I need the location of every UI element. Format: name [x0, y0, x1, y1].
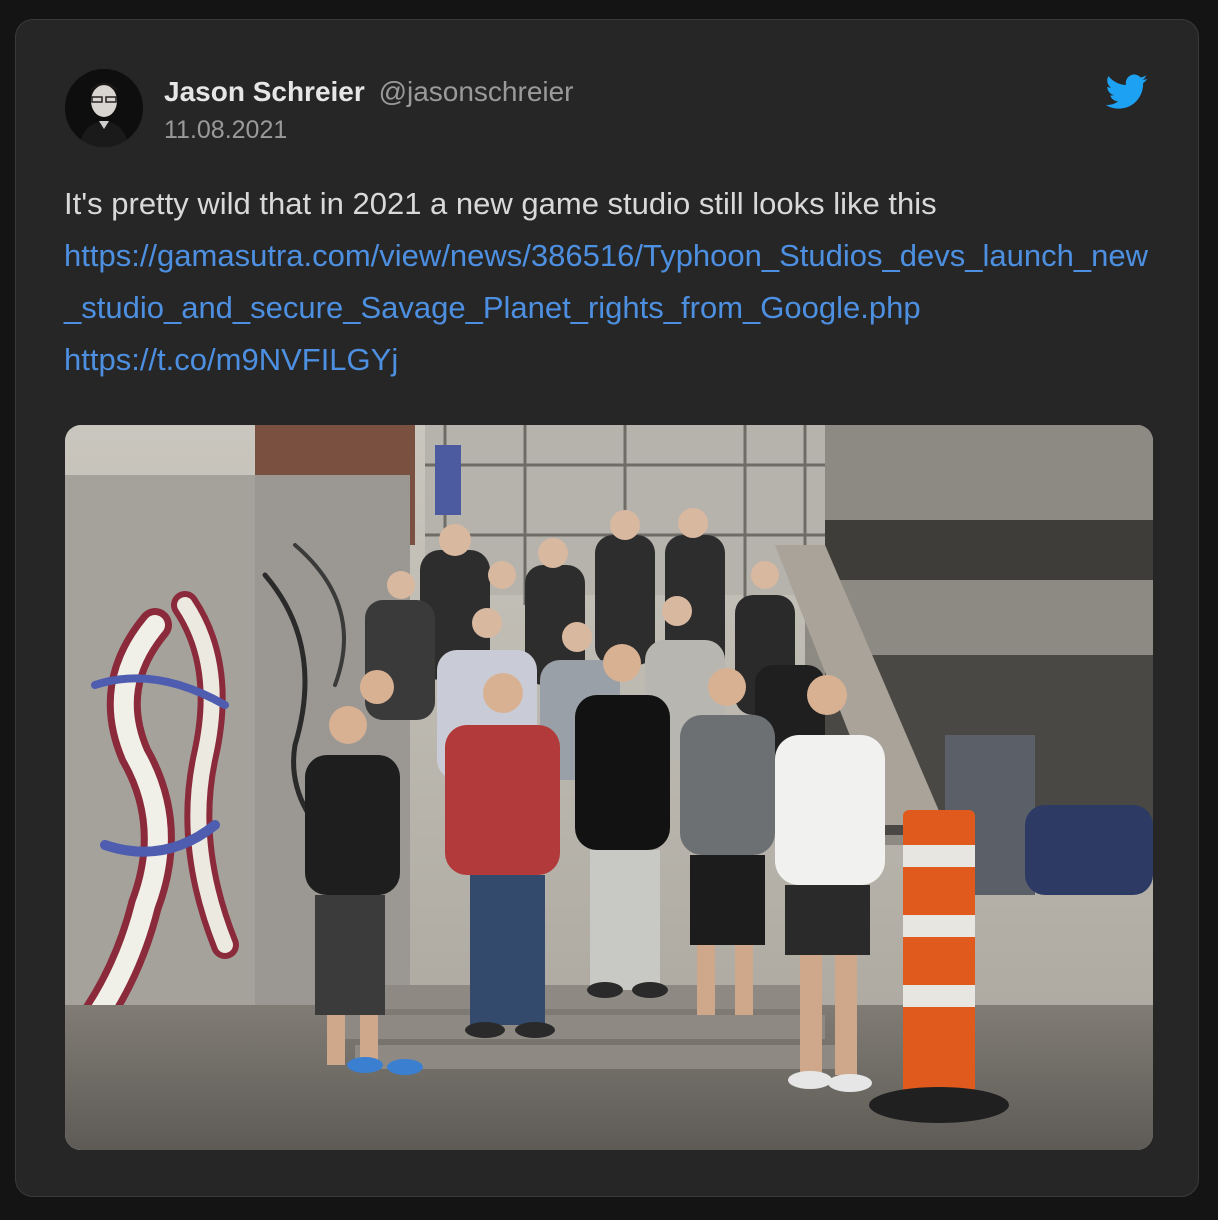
author-name[interactable]: Jason Schreier	[164, 76, 365, 107]
article-link[interactable]: https://gamasutra.com/view/news/386516/T…	[64, 230, 1154, 334]
tweet-body: It's pretty wild that in 2021 a new game…	[64, 178, 1154, 386]
author-row: Jason Schreier @jasonschreier	[164, 75, 574, 109]
author-handle[interactable]: @jasonschreier	[379, 76, 574, 107]
twitter-bird-icon[interactable]	[1105, 74, 1148, 110]
group-photo-image	[65, 425, 1153, 1150]
tweet-date[interactable]: 11.08.2021	[164, 115, 287, 145]
tweet-photo[interactable]	[65, 425, 1153, 1150]
tweet-card[interactable]: Jason Schreier @jasonschreier 11.08.2021…	[15, 19, 1199, 1197]
tweet-text: It's pretty wild that in 2021 a new game…	[64, 186, 937, 221]
avatar[interactable]	[65, 69, 143, 147]
short-link[interactable]: https://t.co/m9NVFILGYj	[64, 334, 1154, 386]
